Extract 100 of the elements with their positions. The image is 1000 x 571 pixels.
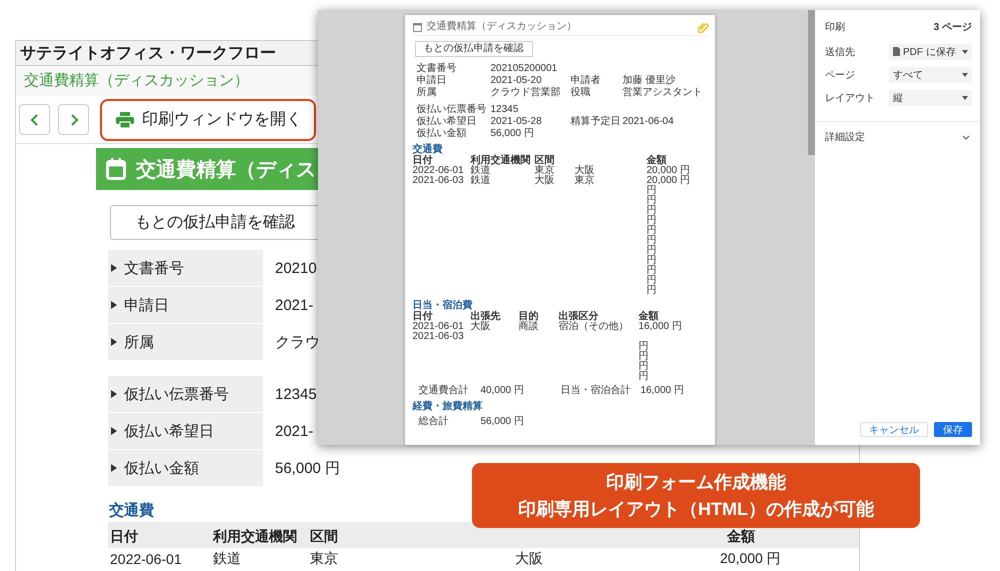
table-cell: 円 xyxy=(638,371,648,382)
print-window-button[interactable]: 印刷ウィンドウを開く xyxy=(100,98,316,140)
table-cell: 宿泊（その他） xyxy=(558,321,628,332)
preview-label: 申請日 xyxy=(416,76,448,86)
panel-title: 印刷 xyxy=(825,20,845,35)
banner-text: 印刷フォーム作成機能 xyxy=(606,471,786,494)
column-header: 目的 xyxy=(518,312,540,322)
chevron-right-icon xyxy=(68,114,78,126)
save-button[interactable]: 保存 xyxy=(934,422,972,437)
table-cell: 円 xyxy=(638,341,648,352)
next-button[interactable] xyxy=(58,104,89,135)
preview-value: 営業アシスタント xyxy=(622,88,704,98)
table-cell: 円 xyxy=(646,205,656,216)
preview-value: 2021-05-28 xyxy=(490,117,543,127)
section-heading: 交通費 xyxy=(109,502,154,520)
column-header: 金額 xyxy=(727,528,756,546)
total-value: 40,000 円 xyxy=(480,386,525,396)
triangle-icon xyxy=(111,264,117,272)
column-header: 区間 xyxy=(309,528,339,546)
caret-icon xyxy=(962,72,968,76)
preview-label: 仮払い希望日 xyxy=(416,117,478,127)
option-label: ページ xyxy=(825,68,855,82)
table-cell: 円 xyxy=(646,275,656,286)
preview-label: 役職 xyxy=(570,88,592,98)
preview-value: 加藤 優里沙 xyxy=(622,76,676,86)
section-heading: 経費・旅費精算 xyxy=(412,402,484,413)
field-value: 56,000 円 xyxy=(275,458,340,478)
table-cell: 東京 xyxy=(574,175,594,186)
total-value: 56,000 円 xyxy=(480,417,525,427)
preview-label: 仮払い金額 xyxy=(416,129,468,139)
column-header: 日付 xyxy=(412,156,434,166)
section-heading: 交通費 xyxy=(412,145,444,155)
triangle-icon xyxy=(111,390,117,398)
paperclip-icon xyxy=(698,22,708,32)
table-cell: 20,000 円 xyxy=(646,175,690,186)
table-cell: 大阪 xyxy=(534,175,554,186)
table-cell: 円 xyxy=(646,255,656,266)
calendar-icon xyxy=(412,22,422,32)
option-select[interactable]: 縦 xyxy=(889,90,972,106)
table-cell: 20,000 円 xyxy=(646,165,690,176)
table-cell: 鉄道 xyxy=(470,165,490,176)
option-select[interactable]: すべて xyxy=(889,66,972,82)
form-title: 交通費精算（ディス xyxy=(136,158,316,182)
table-cell: 円 xyxy=(638,351,648,362)
preview-value: 202105200001 xyxy=(490,64,558,74)
preview-value: 56,000 円 xyxy=(490,129,535,139)
section-heading: 日当・宿泊費 xyxy=(412,301,472,311)
preview-value: クラウド営業部 xyxy=(490,88,562,98)
total-label: 日当・宿泊合計 xyxy=(560,386,632,396)
select-value: PDF に保存 xyxy=(903,46,956,58)
table-cell: 円 xyxy=(646,195,656,206)
previous-button[interactable] xyxy=(19,104,50,135)
caret-icon xyxy=(962,96,968,100)
table-cell: 大阪 xyxy=(515,550,543,566)
table-cell: 円 xyxy=(638,361,648,372)
preview-label: 仮払い伝票番号 xyxy=(416,105,488,115)
more-settings-row[interactable]: 詳細設定 xyxy=(815,121,980,144)
field-label: 仮払い金額 xyxy=(124,458,199,478)
field-value: 12345 xyxy=(275,386,317,402)
table-cell: 円 xyxy=(646,285,656,296)
table-cell: 20,000 円 xyxy=(720,550,781,566)
total-value: 16,000 円 xyxy=(640,386,685,396)
option-select[interactable]: PDF に保存 xyxy=(889,44,972,60)
triangle-icon xyxy=(111,338,117,346)
table-cell: 円 xyxy=(646,215,656,226)
column-header: 利用交通機関 xyxy=(470,156,532,166)
scrollbar-thumb[interactable] xyxy=(808,10,815,155)
table-cell: 円 xyxy=(646,245,656,256)
total-label: 総合計 xyxy=(418,417,450,427)
table-cell: 鉄道 xyxy=(213,550,241,566)
table-cell: 2022-06-01 xyxy=(110,551,182,567)
select-value: すべて xyxy=(893,68,923,82)
column-header: 出張先 xyxy=(470,312,502,322)
cancel-button[interactable]: キャンセル xyxy=(860,422,928,437)
field-value: 2021- xyxy=(275,422,314,440)
preview-label: 申請者 xyxy=(570,76,602,86)
table-cell: 16,000 円 xyxy=(638,321,682,332)
preview-value: 2021-06-04 xyxy=(622,117,675,127)
triangle-icon xyxy=(111,301,117,309)
field-label: 申請日 xyxy=(124,296,169,314)
field-label: 仮払い希望日 xyxy=(124,422,214,440)
table-cell: 大阪 xyxy=(574,165,594,176)
table-cell: 2021-06-03 xyxy=(412,331,464,342)
preview-value: 12345 xyxy=(490,105,520,115)
column-header: 区間 xyxy=(534,156,556,166)
preview-value: 2021-05-20 xyxy=(490,76,543,86)
table-cell: 2021-06-03 xyxy=(412,175,464,186)
original-request-button[interactable]: もとの仮払申請を確認 xyxy=(110,205,320,240)
column-header: 利用交通機関 xyxy=(213,528,298,546)
triangle-icon xyxy=(111,427,117,435)
field-label: 所属 xyxy=(124,332,154,352)
table-cell: 2022-06-01 xyxy=(412,165,464,176)
table-cell: 商談 xyxy=(518,321,538,332)
preview-title: 交通費精算（ディスカッション） xyxy=(426,22,576,32)
table-cell: 円 xyxy=(646,185,656,196)
page-count: 3 ページ xyxy=(934,21,972,35)
document-icon xyxy=(893,47,900,56)
table-cell: 東京 xyxy=(534,165,554,176)
caret-icon xyxy=(962,50,968,54)
preview-label: 所属 xyxy=(416,88,438,98)
